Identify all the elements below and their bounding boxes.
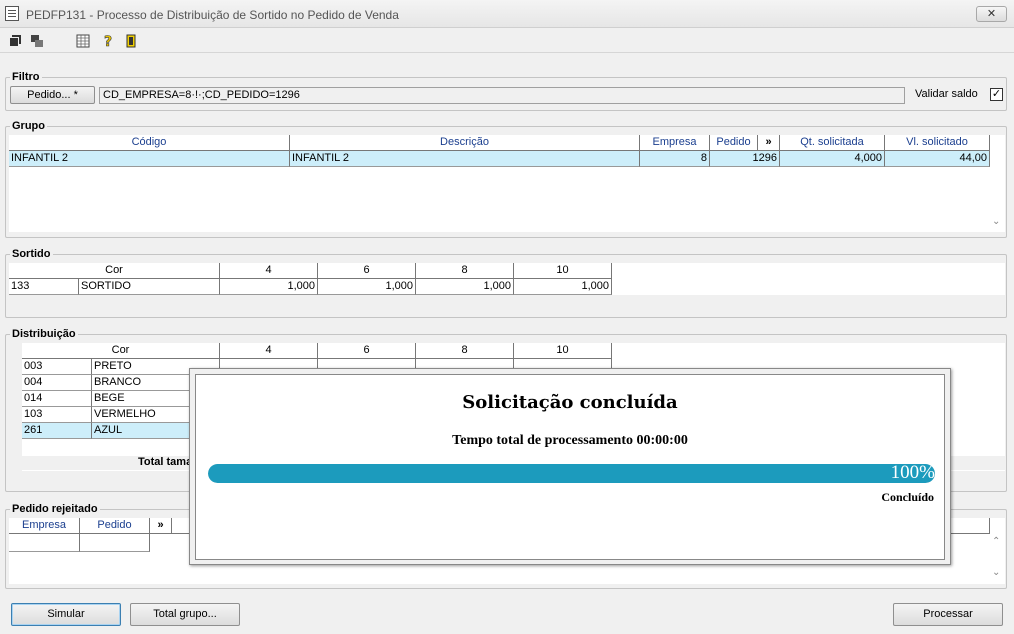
row-qt-solicitada[interactable]: 4,000 [780, 151, 885, 167]
table-row[interactable] [80, 534, 150, 552]
expand-columns-icon[interactable]: » [150, 518, 172, 534]
filter-field[interactable]: CD_EMPRESA=8·!·;CD_PEDIDO=1296 [99, 87, 905, 104]
progress-percent: 100% [890, 464, 935, 483]
dialog-title: Solicitação concluída [462, 392, 678, 413]
row-cor-code[interactable]: 103 [22, 407, 92, 423]
pedido-button[interactable]: Pedido... * [10, 86, 95, 104]
col-size-8[interactable]: 8 [416, 263, 514, 279]
row-size-8[interactable]: 1,000 [416, 279, 514, 295]
arrow-icon[interactable] [8, 34, 22, 48]
col-descricao[interactable]: Descrição [290, 135, 640, 151]
distribuicao-title: Distribuição [10, 328, 78, 341]
progress-bar: 100% [208, 464, 935, 483]
row-cor-code[interactable]: 261 [22, 423, 92, 439]
processar-button[interactable]: Processar [893, 603, 1003, 626]
filtro-title: Filtro [10, 71, 42, 84]
row-vl-solicitado[interactable]: 44,00 [885, 151, 990, 167]
col-size-4[interactable]: 4 [220, 343, 318, 359]
scroll-down-icon[interactable]: ⌄ [992, 568, 1002, 578]
row-cor-code[interactable]: 133 [9, 279, 79, 295]
col-size-6[interactable]: 6 [318, 343, 416, 359]
validar-saldo-label: Validar saldo [915, 88, 978, 100]
window-title: PEDFP131 - Processo de Distribuição de S… [26, 8, 399, 22]
processing-time: Tempo total de processamento 00:00:00 [452, 433, 688, 448]
col-codigo[interactable]: Código [9, 135, 290, 151]
svg-text:?: ? [104, 34, 112, 48]
windows-icon[interactable] [30, 34, 44, 48]
row-empresa[interactable]: 8 [640, 151, 710, 167]
row-pedido[interactable]: 1296 [710, 151, 780, 167]
col-size-10[interactable]: 10 [514, 263, 612, 279]
row-size-10[interactable]: 1,000 [514, 279, 612, 295]
col-size-8[interactable]: 8 [416, 343, 514, 359]
progress-fill [208, 464, 935, 483]
sortido-title: Sortido [10, 248, 53, 261]
table-row[interactable] [9, 534, 80, 552]
progress-status: Concluído [881, 490, 934, 504]
help-icon[interactable]: ? [101, 34, 115, 48]
validar-saldo-checkbox[interactable]: ✓ [990, 88, 1003, 101]
exit-door-icon[interactable] [124, 34, 138, 48]
col-vl-solicitado[interactable]: Vl. solicitado [885, 135, 990, 151]
row-size-4[interactable]: 1,000 [220, 279, 318, 295]
row-cor-code[interactable]: 004 [22, 375, 92, 391]
row-cor-code[interactable]: 014 [22, 391, 92, 407]
row-descricao[interactable]: INFANTIL 2 [290, 151, 640, 167]
toolbar: ? [0, 29, 1014, 53]
close-button[interactable]: ✕ [976, 6, 1007, 22]
expand-columns-icon[interactable]: » [758, 135, 780, 151]
total-grupo-button[interactable]: Total grupo... [130, 603, 240, 626]
col-cor[interactable]: Cor [22, 343, 220, 359]
simular-button[interactable]: Simular [11, 603, 121, 626]
grupo-grid: Código Descrição Empresa Pedido » Qt. so… [9, 135, 1005, 232]
row-codigo[interactable]: INFANTIL 2 [9, 151, 290, 167]
document-icon [5, 6, 19, 21]
row-cor-name[interactable]: SORTIDO [79, 279, 220, 295]
scroll-down-icon[interactable]: ⌄ [992, 217, 1002, 227]
col-empresa[interactable]: Empresa [640, 135, 710, 151]
rejeitado-title: Pedido rejeitado [10, 503, 100, 516]
grid-icon[interactable] [76, 34, 90, 48]
col-size-6[interactable]: 6 [318, 263, 416, 279]
col-cor[interactable]: Cor [9, 263, 220, 279]
col-size-10[interactable]: 10 [514, 343, 612, 359]
completion-dialog: Solicitação concluída Tempo total de pro… [189, 368, 951, 565]
row-size-6[interactable]: 1,000 [318, 279, 416, 295]
completion-dialog-body: Solicitação concluída Tempo total de pro… [195, 374, 945, 560]
col-size-4[interactable]: 4 [220, 263, 318, 279]
sortido-grid: Cor 4 6 8 10 133 SORTIDO 1,000 1,000 1,0… [9, 263, 1005, 295]
title-bar: PEDFP131 - Processo de Distribuição de S… [0, 0, 1014, 28]
row-cor-code[interactable]: 003 [22, 359, 92, 375]
total-tamanho-label: Total tama [138, 456, 193, 468]
col-qt-solicitada[interactable]: Qt. solicitada [780, 135, 885, 151]
scroll-up-icon[interactable]: ⌃ [992, 537, 1002, 547]
col-pedido[interactable]: Pedido [80, 518, 150, 534]
grupo-title: Grupo [10, 120, 47, 133]
col-pedido[interactable]: Pedido [710, 135, 758, 151]
col-empresa[interactable]: Empresa [9, 518, 80, 534]
